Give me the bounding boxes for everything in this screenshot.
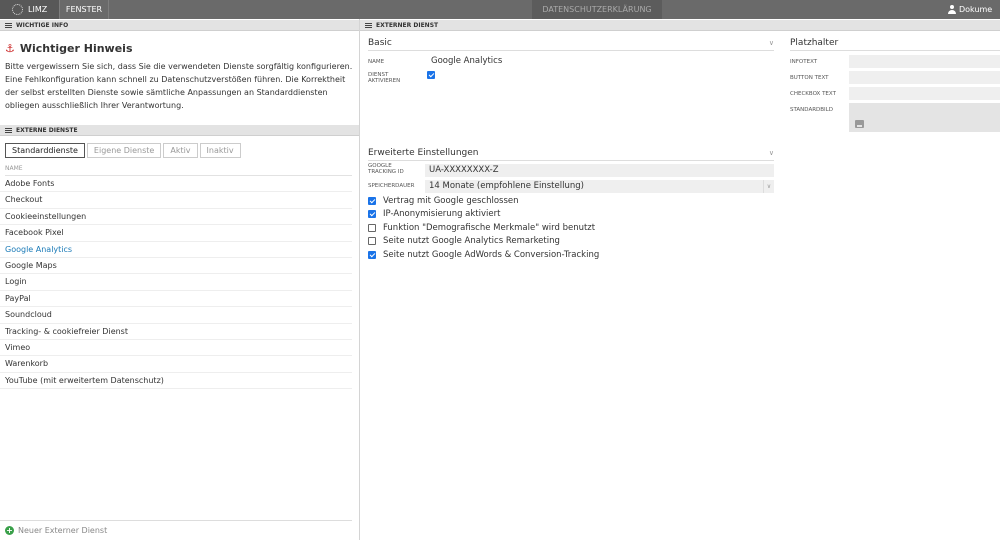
placeholder-panel-title: Platzhalter [790, 38, 839, 48]
hint-text: Bitte vergewissern Sie sich, dass Sie di… [5, 62, 353, 110]
option-checkbox-remarketing[interactable] [368, 237, 376, 245]
service-item[interactable]: YouTube (mit erweitertem Datenschutz) [0, 373, 352, 390]
service-item[interactable]: Vimeo [0, 340, 352, 357]
user-icon [948, 5, 956, 14]
button-text-input[interactable] [849, 71, 1000, 84]
tracking-label-line2: TRACKING ID [368, 169, 404, 175]
storage-duration-select[interactable]: 14 Monate (empfohlene Einstellung) ∨ [425, 180, 774, 193]
service-item[interactable]: Facebook Pixel [0, 225, 352, 242]
list-column-header: NAME [5, 165, 352, 176]
menu-icon [5, 127, 12, 133]
external-service-title: EXTERNER DIENST [376, 21, 439, 29]
brand-label: LIMZ [28, 5, 48, 14]
button-text-label: BUTTON TEXT [790, 75, 829, 81]
new-service-label: Neuer Externer Dienst [18, 526, 108, 535]
hint-title-text: Wichtiger Hinweis [19, 42, 133, 55]
info-section-title: WICHTIGE INFO [16, 21, 69, 29]
services-section-title: EXTERNE DIENSTE [16, 126, 78, 134]
tab-standarddienste[interactable]: Standarddienste [5, 143, 85, 158]
option-label-adwords: Seite nutzt Google AdWords & Conversion-… [383, 250, 600, 260]
warning-icon: ⚓ [5, 42, 15, 55]
storage-duration-value: 14 Monate (empfohlene Einstellung) [429, 181, 584, 191]
option-checkbox-demographics[interactable] [368, 224, 376, 232]
menu-icon [365, 22, 372, 28]
add-icon: + [5, 526, 14, 535]
name-label: NAME [368, 59, 385, 65]
chevron-down-icon: ∨ [768, 39, 774, 47]
menu-icon [5, 22, 12, 28]
option-label-demographics: Funktion "Demografische Merkmale" wird b… [383, 223, 596, 233]
option-checkbox-ip-anonymization[interactable] [368, 210, 376, 218]
service-item[interactable]: Login [0, 274, 352, 291]
chevron-down-icon: ∨ [768, 149, 774, 157]
option-checkbox-adwords[interactable] [368, 251, 376, 259]
service-item[interactable]: Tracking- & cookiefreier Dienst [0, 324, 352, 340]
image-icon [855, 120, 864, 128]
name-value: Google Analytics [431, 56, 503, 66]
checkbox-text-input[interactable] [849, 87, 1000, 100]
advanced-panel-title: Erweiterte Einstellungen [368, 148, 479, 158]
infotext-label: INFOTEXT [790, 59, 818, 65]
user-menu[interactable]: Dokume [948, 0, 1000, 19]
brand-menu[interactable]: LIMZ [0, 0, 59, 19]
tab-aktiv[interactable]: Aktiv [163, 143, 198, 158]
option-checkbox-contract[interactable] [368, 197, 376, 205]
tab-eigene-dienste[interactable]: Eigene Dienste [86, 143, 162, 158]
window-menu[interactable]: FENSTER [59, 0, 109, 19]
service-tabs: Standarddienste Eigene Dienste Aktiv Ina… [5, 143, 243, 158]
column-divider [359, 19, 360, 540]
storage-label: SPEICHERDAUER [368, 183, 415, 189]
option-label-contract: Vertrag mit Google geschlossen [383, 196, 519, 206]
default-image-label: STANDARDBILD [790, 107, 833, 113]
external-service-header: EXTERNER DIENST [360, 20, 1000, 31]
placeholder-panel-header: Platzhalter [790, 38, 1000, 51]
service-item[interactable]: Warenkorb [0, 356, 352, 373]
option-label-ip-anonymization: IP-Anonymisierung aktiviert [383, 209, 501, 219]
limz-logo-icon [12, 4, 23, 15]
service-item-selected[interactable]: Google Analytics [0, 242, 352, 258]
basic-panel-title: Basic [368, 38, 392, 48]
activate-label-line2: AKTIVIEREN [368, 78, 401, 84]
tab-inaktiv[interactable]: Inaktiv [199, 143, 241, 158]
chevron-down-icon: ∨ [763, 180, 774, 193]
checkbox-text-label: CHECKBOX TEXT [790, 91, 836, 97]
services-section-header: EXTERNE DIENSTE [0, 125, 359, 136]
service-item[interactable]: Google Maps [0, 258, 352, 275]
service-list: Adobe Fonts Checkout Cookieeinstellungen… [0, 176, 352, 390]
basic-panel-header[interactable]: Basic ∨ [368, 38, 774, 51]
service-item[interactable]: Adobe Fonts [0, 176, 352, 193]
user-label: Dokume [959, 5, 993, 14]
top-bar: LIMZ FENSTER DATENSCHUTZERKLÄRUNG Dokume [0, 0, 1000, 19]
advanced-panel-header[interactable]: Erweiterte Einstellungen ∨ [368, 148, 774, 161]
service-item[interactable]: Cookieeinstellungen [0, 209, 352, 226]
service-item[interactable]: Checkout [0, 192, 352, 209]
info-section-header: WICHTIGE INFO [0, 20, 359, 31]
option-label-remarketing: Seite nutzt Google Analytics Remarketing [383, 236, 560, 246]
service-item[interactable]: Soundcloud [0, 307, 352, 324]
activate-checkbox[interactable] [427, 71, 435, 79]
window-title-tab[interactable]: DATENSCHUTZERKLÄRUNG [532, 0, 662, 19]
default-image-picker[interactable] [849, 103, 1000, 132]
tracking-id-input[interactable]: UA-XXXXXXXX-Z [425, 164, 774, 177]
new-service-button[interactable]: + Neuer Externer Dienst [0, 520, 352, 535]
service-item[interactable]: PayPal [0, 291, 352, 308]
infotext-input[interactable] [849, 55, 1000, 68]
hint-title: ⚓ Wichtiger Hinweis [5, 42, 133, 55]
